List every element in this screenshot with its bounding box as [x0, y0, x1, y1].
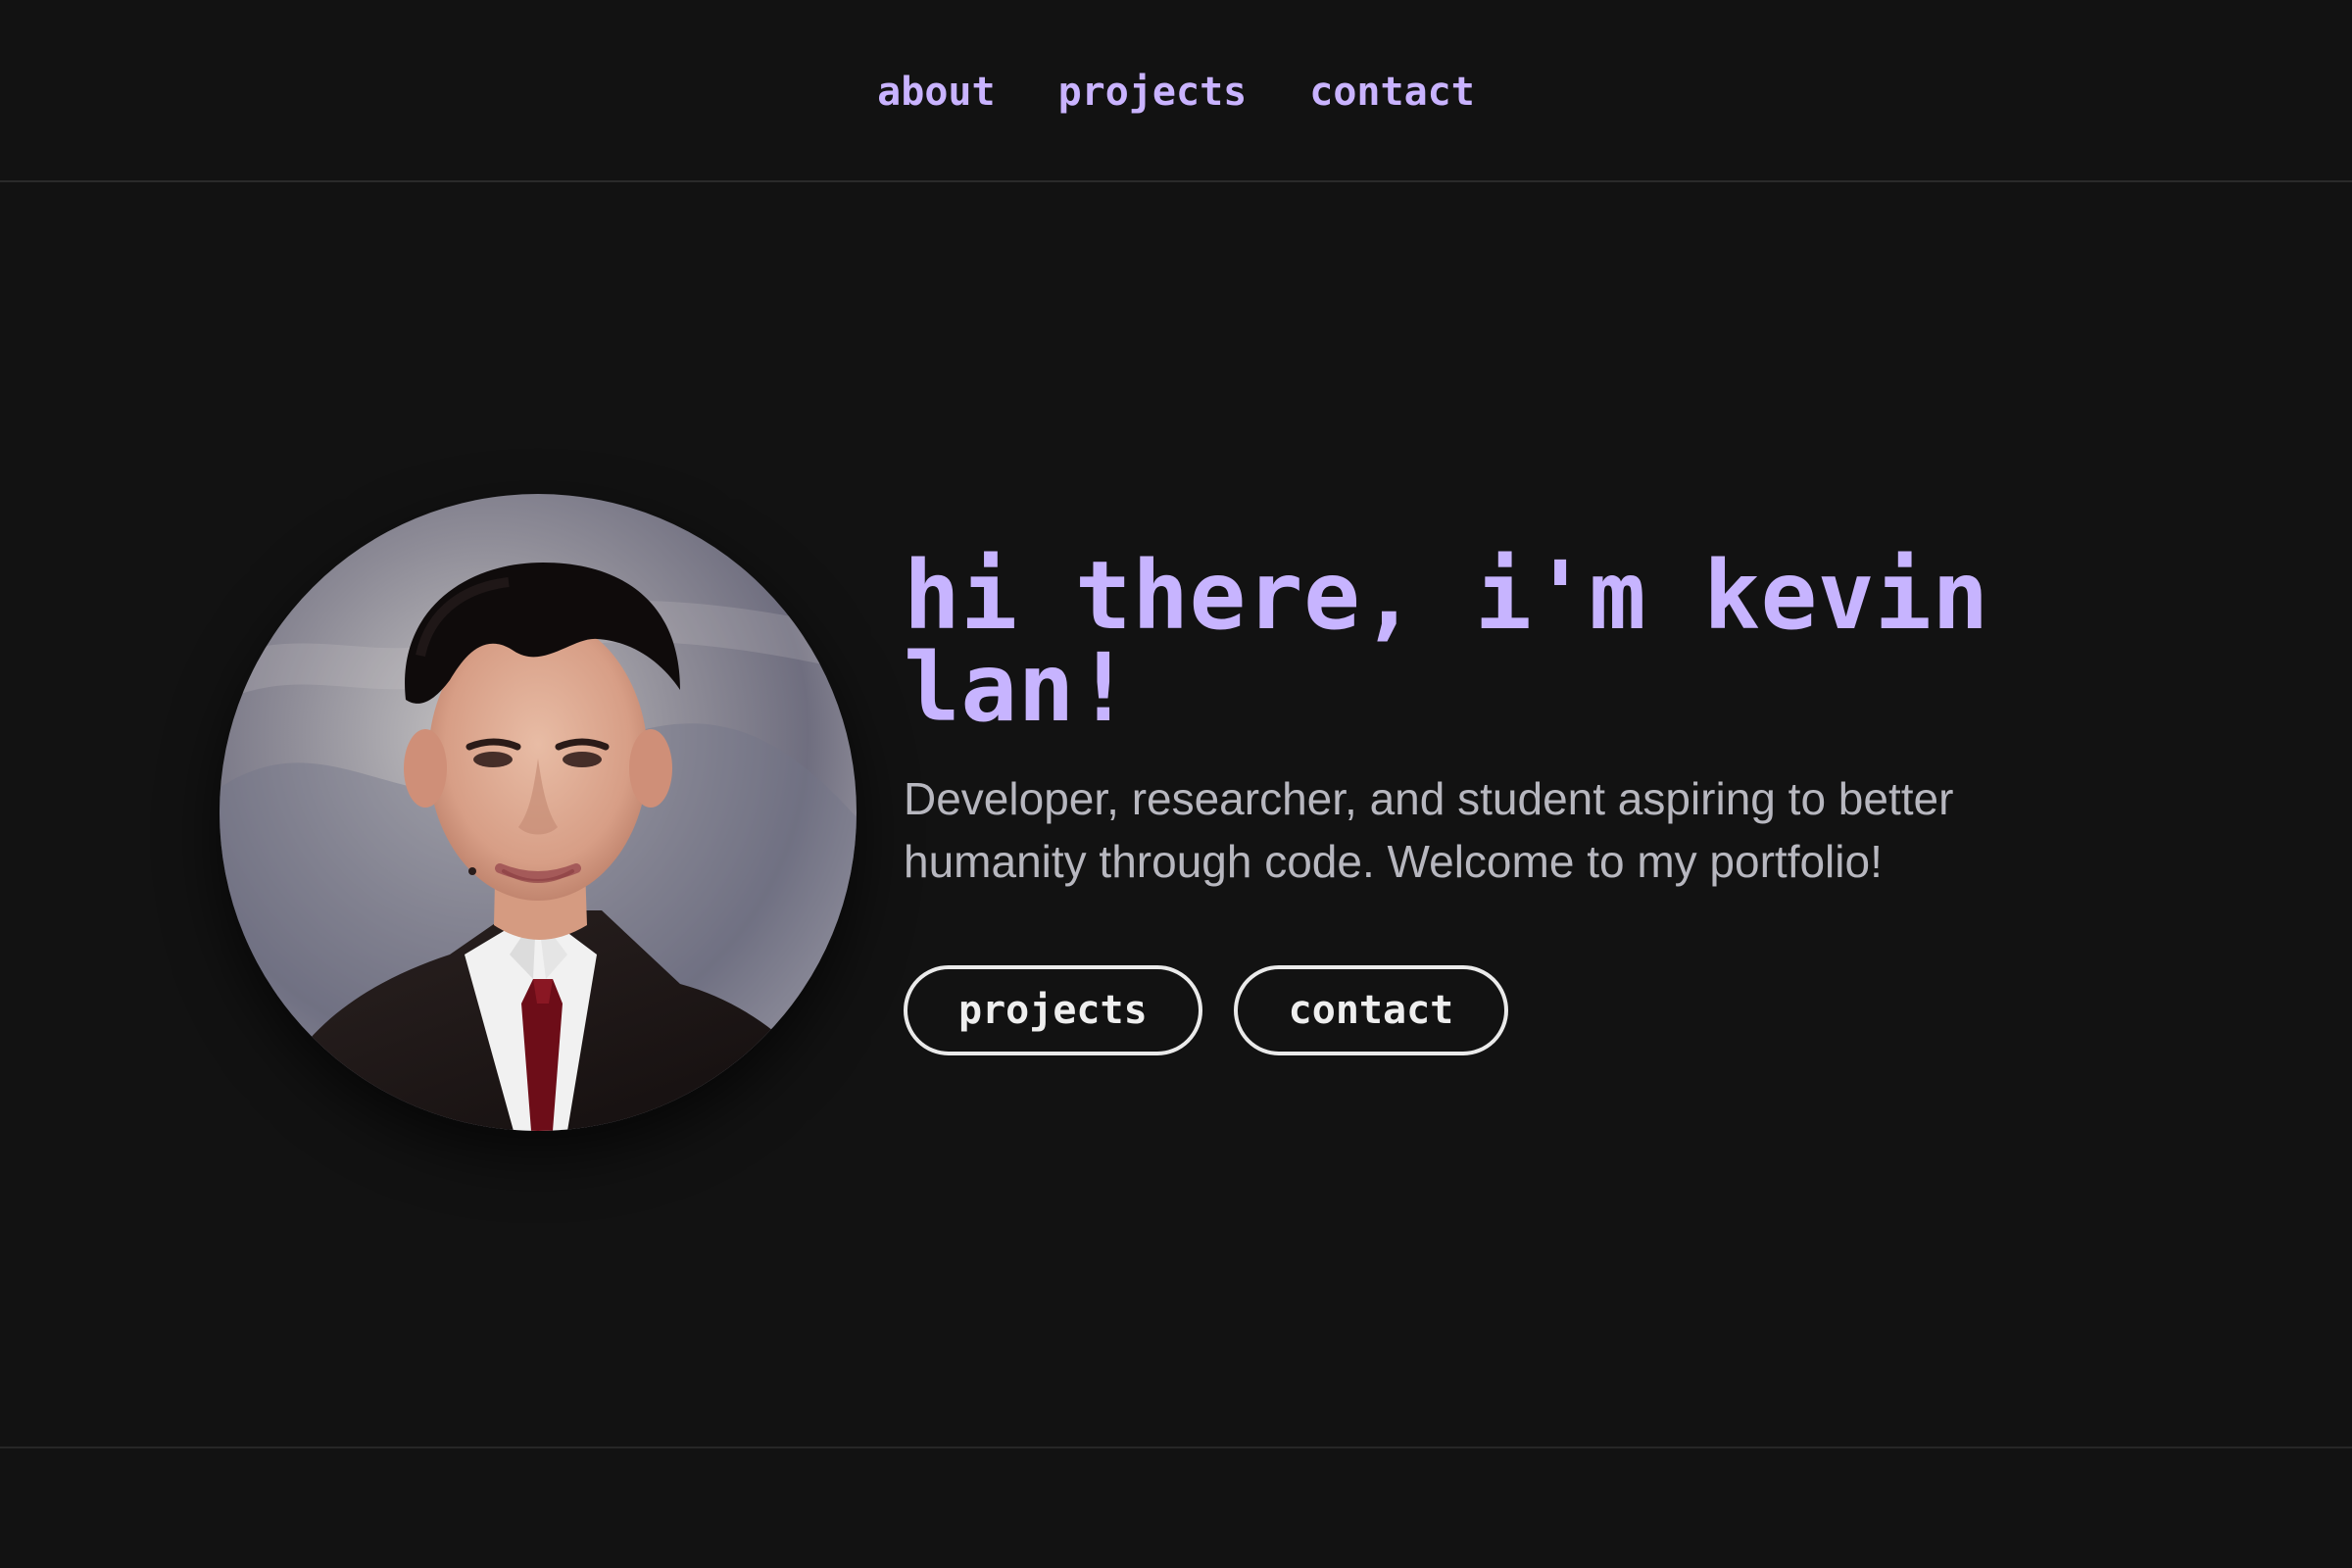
cta-row: projects contact: [904, 965, 2060, 1055]
nav-link-projects[interactable]: projects: [1058, 69, 1248, 116]
projects-button[interactable]: projects: [904, 965, 1202, 1055]
nav-link-contact[interactable]: contact: [1309, 69, 1475, 116]
top-navigation: about projects contact: [0, 0, 2352, 182]
avatar: [220, 494, 857, 1131]
contact-button[interactable]: contact: [1233, 965, 1509, 1055]
hero-copy: hi there, i'm kevin lan! Developer, rese…: [904, 541, 2060, 1055]
hero-subtitle: Developer, researcher, and student aspir…: [904, 773, 1954, 887]
hero-section: hi there, i'm kevin lan! Developer, rese…: [0, 182, 2352, 1446]
nav-link-about[interactable]: about: [877, 69, 995, 116]
hero-title: hi there, i'm kevin lan!: [904, 541, 1989, 743]
nav-links: about projects contact: [0, 69, 2352, 116]
avatar-portrait: [220, 494, 857, 1131]
footer-divider: [0, 1446, 2352, 1448]
